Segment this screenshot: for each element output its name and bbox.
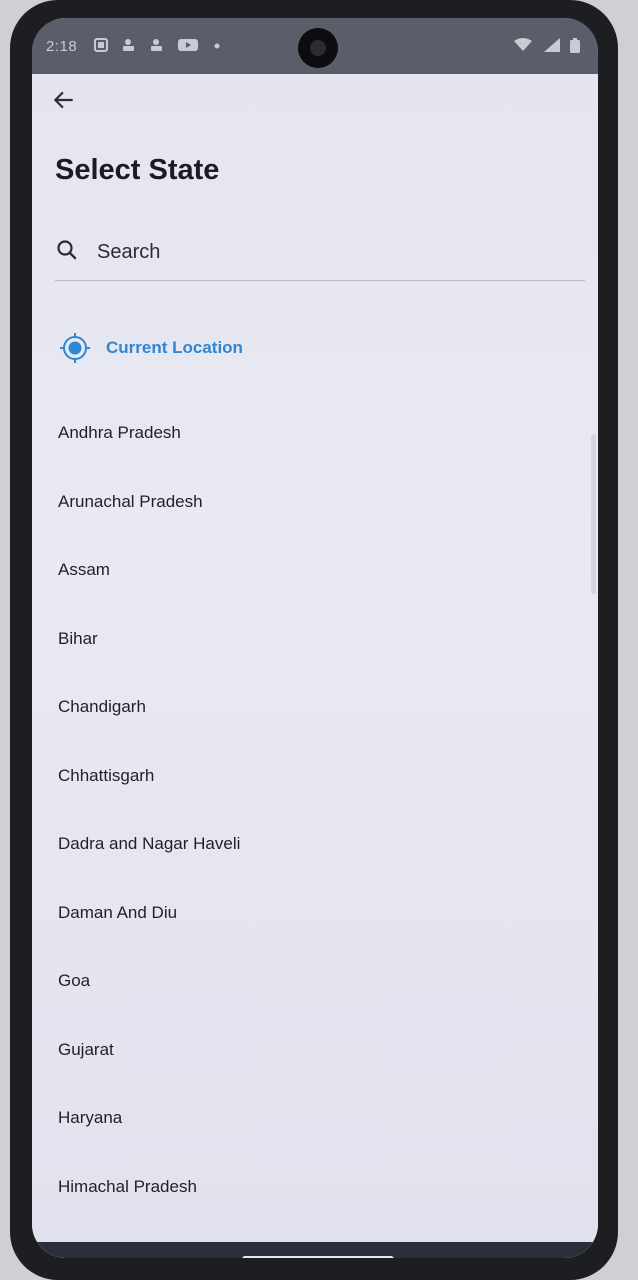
state-item-daman-and-diu[interactable]: Daman And Diu: [32, 879, 598, 948]
status-bar: 2:18: [32, 18, 598, 74]
teams-icon: [150, 38, 164, 52]
current-location-label: Current Location: [106, 338, 243, 357]
state-item-himachal-pradesh[interactable]: Himachal Pradesh: [32, 1153, 598, 1222]
search-bar: [55, 234, 585, 281]
status-time: 2:18: [46, 38, 78, 55]
state-item-chandigarh[interactable]: Chandigarh: [32, 673, 598, 742]
home-indicator[interactable]: [242, 1256, 394, 1258]
state-list: Andhra Pradesh Arunachal Pradesh Assam B…: [32, 399, 598, 1221]
youtube-icon: [178, 38, 198, 52]
state-item-dadra-and-nagar-haveli[interactable]: Dadra and Nagar Haveli: [32, 810, 598, 879]
scrollbar-thumb[interactable]: [591, 434, 596, 594]
current-location-button[interactable]: Current Location: [58, 330, 243, 366]
signal-icon: [544, 38, 560, 52]
gps-target-icon: [60, 333, 90, 363]
screen: 2:18 Select State Search Current Locatio…: [32, 18, 598, 1258]
state-item-chhattisgarh[interactable]: Chhattisgarh: [32, 742, 598, 811]
back-button[interactable]: [46, 82, 82, 118]
state-item-assam[interactable]: Assam: [32, 536, 598, 605]
battery-icon: [570, 38, 580, 53]
state-item-goa[interactable]: Goa: [32, 947, 598, 1016]
page-title: Select State: [55, 154, 220, 186]
state-item-andhra-pradesh[interactable]: Andhra Pradesh: [32, 399, 598, 468]
search-input[interactable]: [95, 234, 579, 270]
wifi-icon: [514, 38, 532, 52]
state-item-gujarat[interactable]: Gujarat: [32, 1016, 598, 1085]
teams-icon: [122, 38, 136, 52]
gallery-icon: [94, 38, 108, 52]
dot-icon: [214, 38, 220, 52]
state-item-haryana[interactable]: Haryana: [32, 1084, 598, 1153]
state-item-bihar[interactable]: Bihar: [32, 605, 598, 674]
search-icon: [57, 240, 77, 260]
state-item-arunachal-pradesh[interactable]: Arunachal Pradesh: [32, 468, 598, 537]
phone-frame: 2:18 Select State Search Current Locatio…: [10, 0, 618, 1280]
arrow-left-icon: [53, 91, 73, 109]
front-camera: [298, 28, 338, 68]
select-state-screen: Select State Current Location Andhra Pra…: [32, 74, 598, 1258]
